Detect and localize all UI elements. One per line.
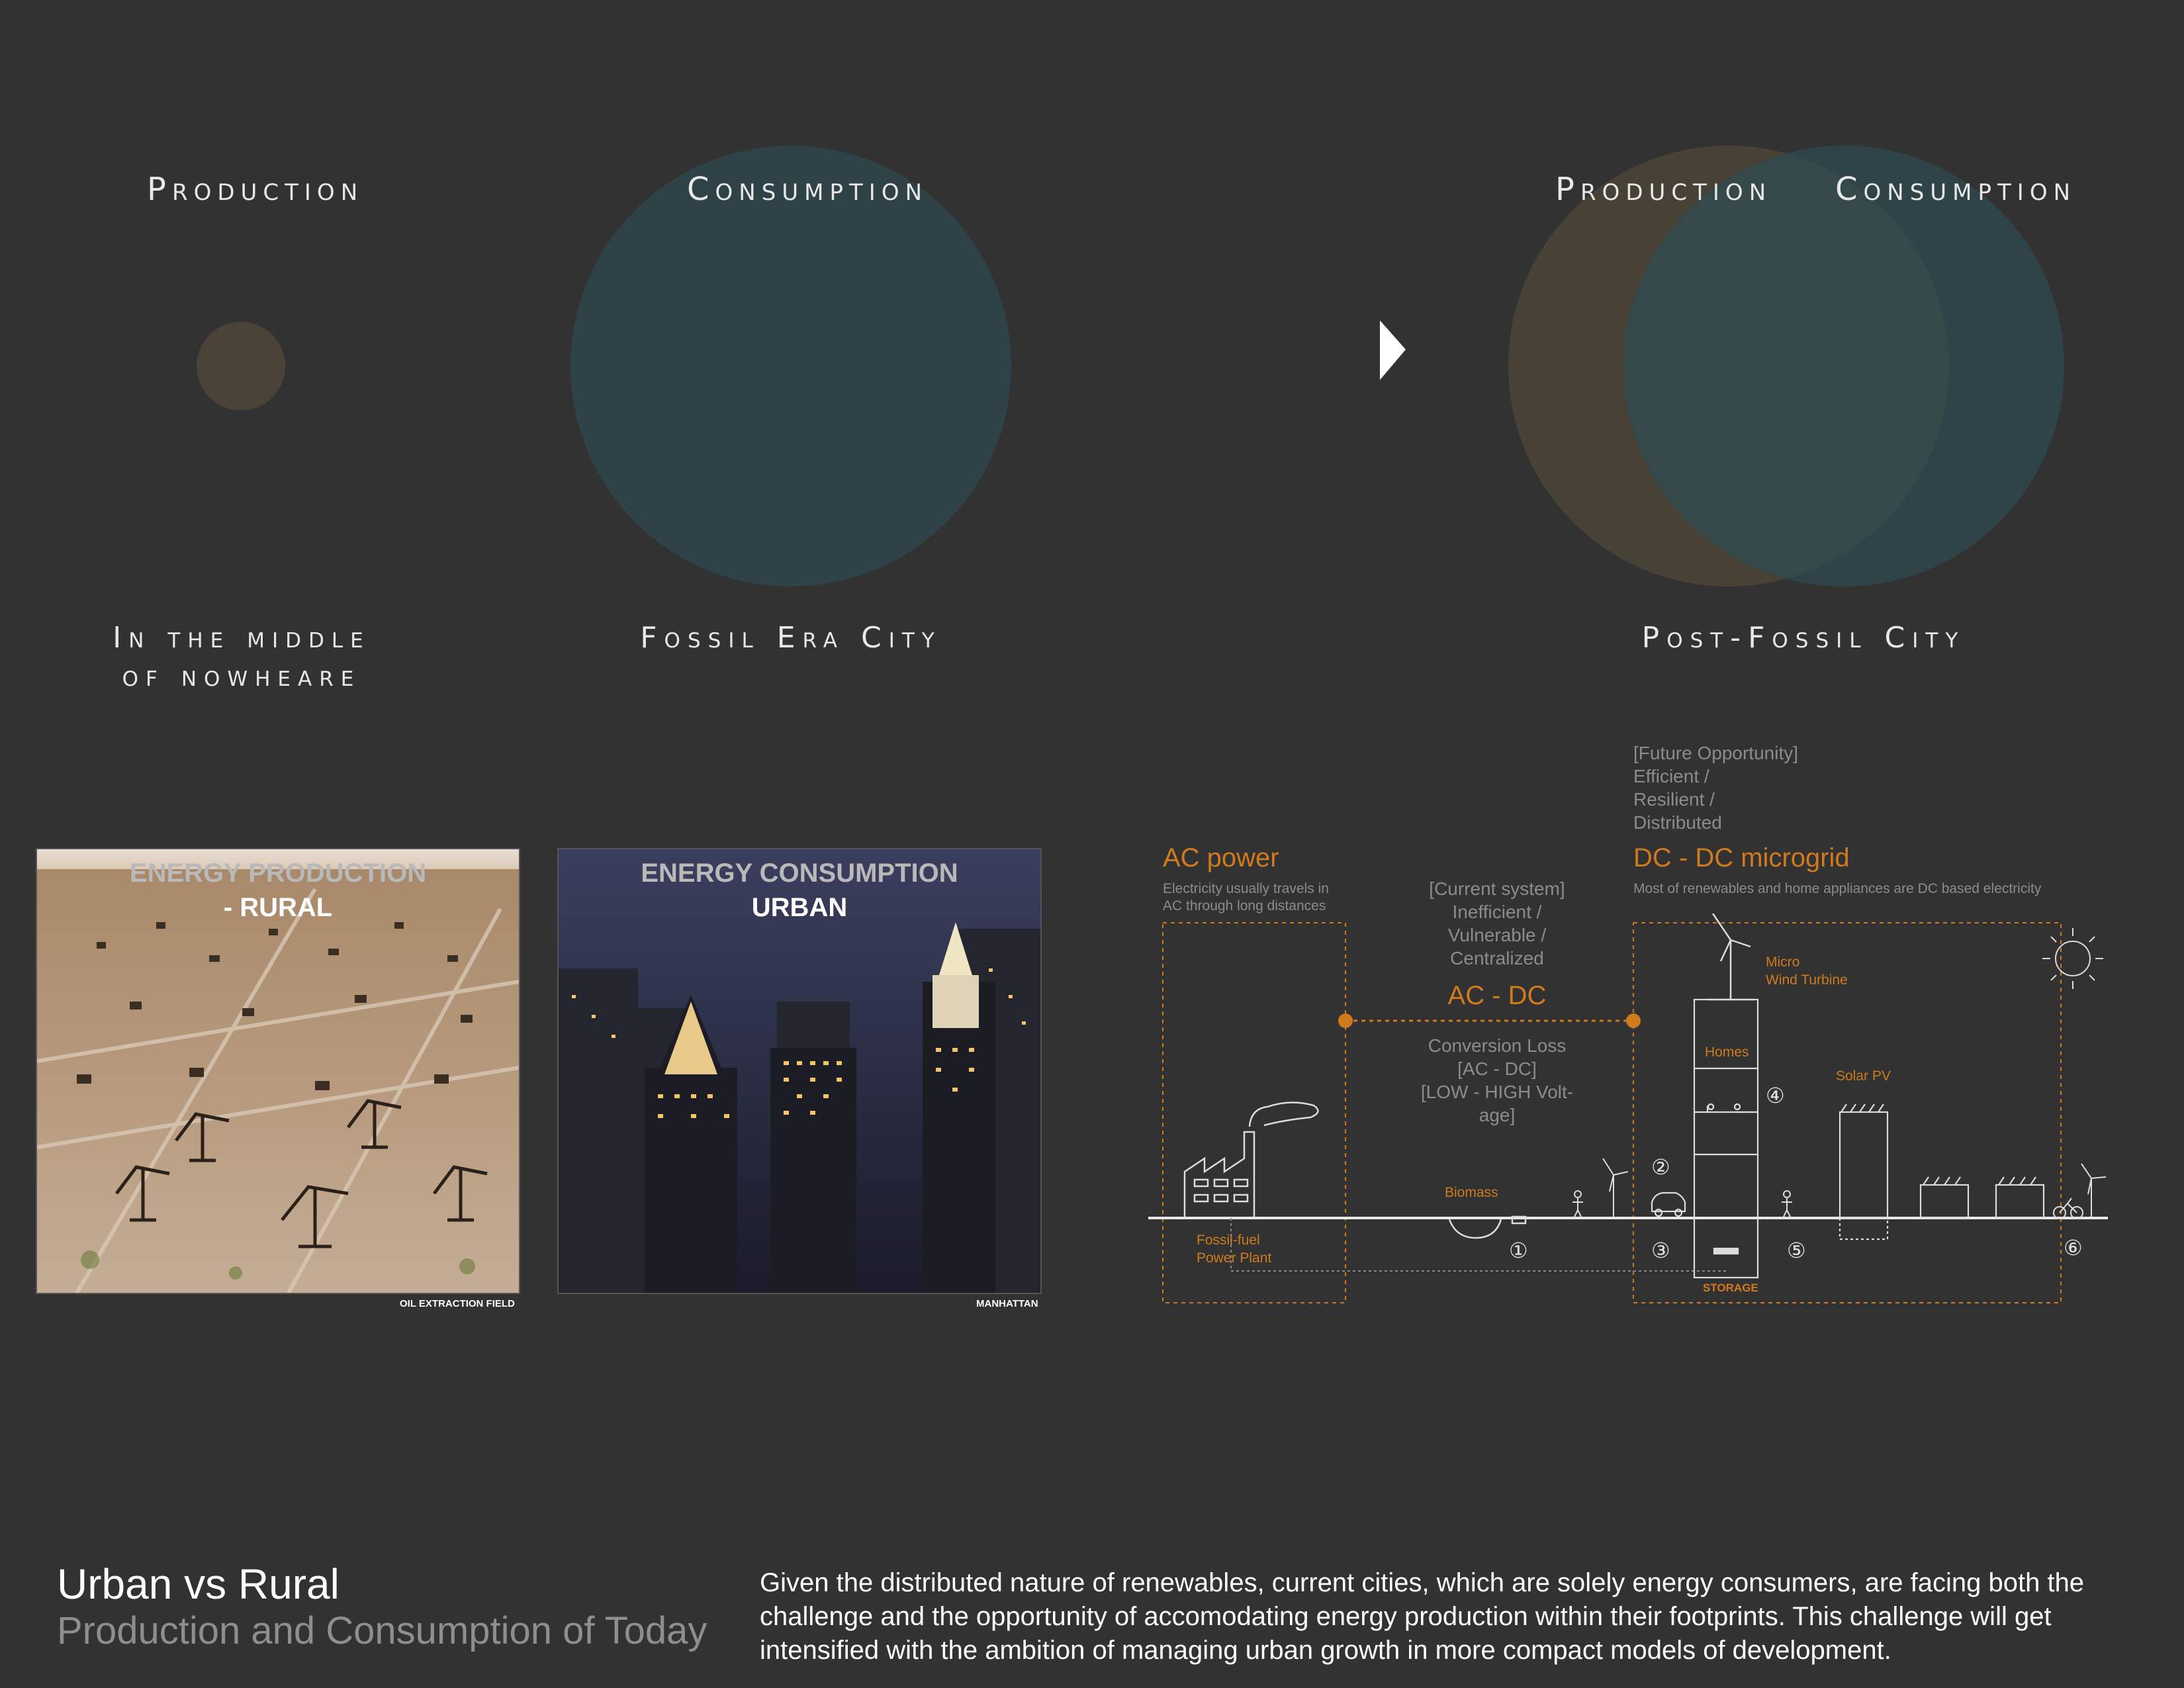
future-line3: Resilient /	[1633, 789, 1715, 810]
footer-subtitle: Production and Consumption of Today	[57, 1609, 707, 1652]
wind-turbine-far-icon	[2081, 1163, 2107, 1218]
marker-5: ⑤	[1787, 1239, 1806, 1262]
current-system-line2: Inefficient /	[1452, 902, 1542, 922]
car-icon	[1651, 1192, 1686, 1217]
micro-wind-turbine-label: Micro Wind Turbine	[1766, 953, 1848, 989]
fossil-plant-line1: Fossil-fuel	[1197, 1233, 1260, 1248]
biomass-icon	[1448, 1215, 1527, 1239]
conversion-loss-line2: [AC - DC]	[1457, 1058, 1537, 1079]
conversion-loss-line1: Conversion Loss	[1428, 1035, 1567, 1056]
fossil-power-plant-label: Fossil-fuel Power Plant	[1197, 1231, 1271, 1267]
dc-node	[1626, 1013, 1641, 1028]
label-post-fossil-city: Post-Fossil City	[1641, 621, 1966, 655]
marker-3: ③	[1651, 1239, 1670, 1262]
left-consumption-title: Consumption	[687, 171, 929, 208]
solar-pv-label: Solar PV	[1836, 1068, 1891, 1084]
ac-power-title: AC power	[1163, 843, 1279, 872]
current-system-line3: Vulnerable /	[1447, 925, 1547, 945]
homes-label: Homes	[1705, 1045, 1749, 1060]
factory-icon	[1183, 1102, 1319, 1218]
current-system-line1: [Current system]	[1429, 878, 1565, 899]
future-opportunity-label: [Future Opportunity] Efficient / Resilie…	[1633, 741, 1798, 834]
micro-wind-turbine-icon	[1707, 914, 1754, 1001]
marker-6: ⑥	[2064, 1236, 2083, 1260]
urban-photo-caption: MANHATTAN	[976, 1298, 1038, 1309]
conversion-loss-line4: age]	[1479, 1105, 1516, 1125]
person-icon	[1572, 1190, 1583, 1219]
ac-node	[1338, 1013, 1353, 1028]
left-production-title: Production	[147, 171, 364, 208]
consumption-circle-large	[570, 146, 1011, 586]
tower-building-icon	[1693, 998, 1759, 1279]
biomass-label: Biomass	[1445, 1185, 1498, 1200]
ac-dc-title: AC - DC	[1447, 981, 1547, 1010]
conversion-loss-label: Conversion Loss [AC - DC] [LOW - HIGH Vo…	[1398, 1034, 1596, 1127]
storage-label: STORAGE	[1703, 1282, 1758, 1294]
consumption-circle-post	[1623, 146, 2064, 586]
label-nowhere-line1: In the middle	[113, 621, 371, 655]
person-icon-2	[1782, 1190, 1792, 1219]
rural-overlay-title: ENERGY PRODUCTION	[129, 859, 427, 888]
footer-body-text: Given the distributed nature of renewabl…	[760, 1568, 2085, 1665]
photo-manhattan: ENERGY CONSUMPTION URBAN	[557, 848, 1042, 1294]
urban-overlay-subtitle: URBAN	[751, 893, 848, 922]
ac-power-desc-2: AC through long distances	[1163, 898, 1326, 914]
right-consumption-title: Consumption	[1835, 171, 2077, 208]
arrow-right-icon	[1380, 320, 1406, 380]
label-fossil-era-city: Fossil Era City	[640, 621, 942, 655]
future-line4: Distributed	[1633, 812, 1722, 833]
rural-overlay-subtitle: - RURAL	[223, 893, 333, 922]
production-circle-small	[197, 322, 285, 410]
marker-4: ④	[1766, 1084, 1785, 1107]
dc-microgrid-title: DC - DC microgrid	[1633, 843, 1850, 872]
current-system-label: [Current system] Inefficient / Vulnerabl…	[1398, 877, 1596, 970]
low-building-2-icon	[1995, 1176, 2045, 1219]
photo-oil-extraction-field: ENERGY PRODUCTION - RURAL	[36, 848, 520, 1294]
sun-icon	[2042, 928, 2103, 989]
label-nowhere: In the middle of nowheare	[99, 619, 384, 696]
future-line1: [Future Opportunity]	[1633, 743, 1799, 763]
bicycle-icon	[2053, 1197, 2083, 1219]
rural-photo-caption: OIL EXTRACTION FIELD	[400, 1298, 515, 1309]
fossil-plant-line2: Power Plant	[1197, 1250, 1272, 1266]
footer-title: Urban vs Rural	[57, 1560, 340, 1608]
low-building-1-icon	[1919, 1176, 1970, 1219]
marker-1: ①	[1509, 1239, 1528, 1262]
micro-wind-line1: Micro	[1766, 955, 1800, 970]
right-production-title: Production	[1555, 171, 1772, 208]
marker-2: ②	[1651, 1155, 1670, 1179]
current-system-line4: Centralized	[1450, 948, 1544, 968]
future-line2: Efficient /	[1633, 766, 1709, 786]
wind-turbine-small-icon	[1602, 1158, 1629, 1218]
urban-overlay-title: ENERGY CONSUMPTION	[641, 859, 958, 888]
micro-wind-line2: Wind Turbine	[1766, 972, 1848, 988]
conversion-loss-line3: [LOW - HIGH Volt-	[1420, 1082, 1574, 1102]
label-nowhere-line2: of nowheare	[122, 659, 361, 693]
dc-microgrid-desc: Most of renewables and home appliances a…	[1633, 881, 2042, 896]
grid-diagram	[1148, 914, 2108, 1303]
ac-power-desc-1: Electricity usually travels in	[1163, 881, 1329, 896]
